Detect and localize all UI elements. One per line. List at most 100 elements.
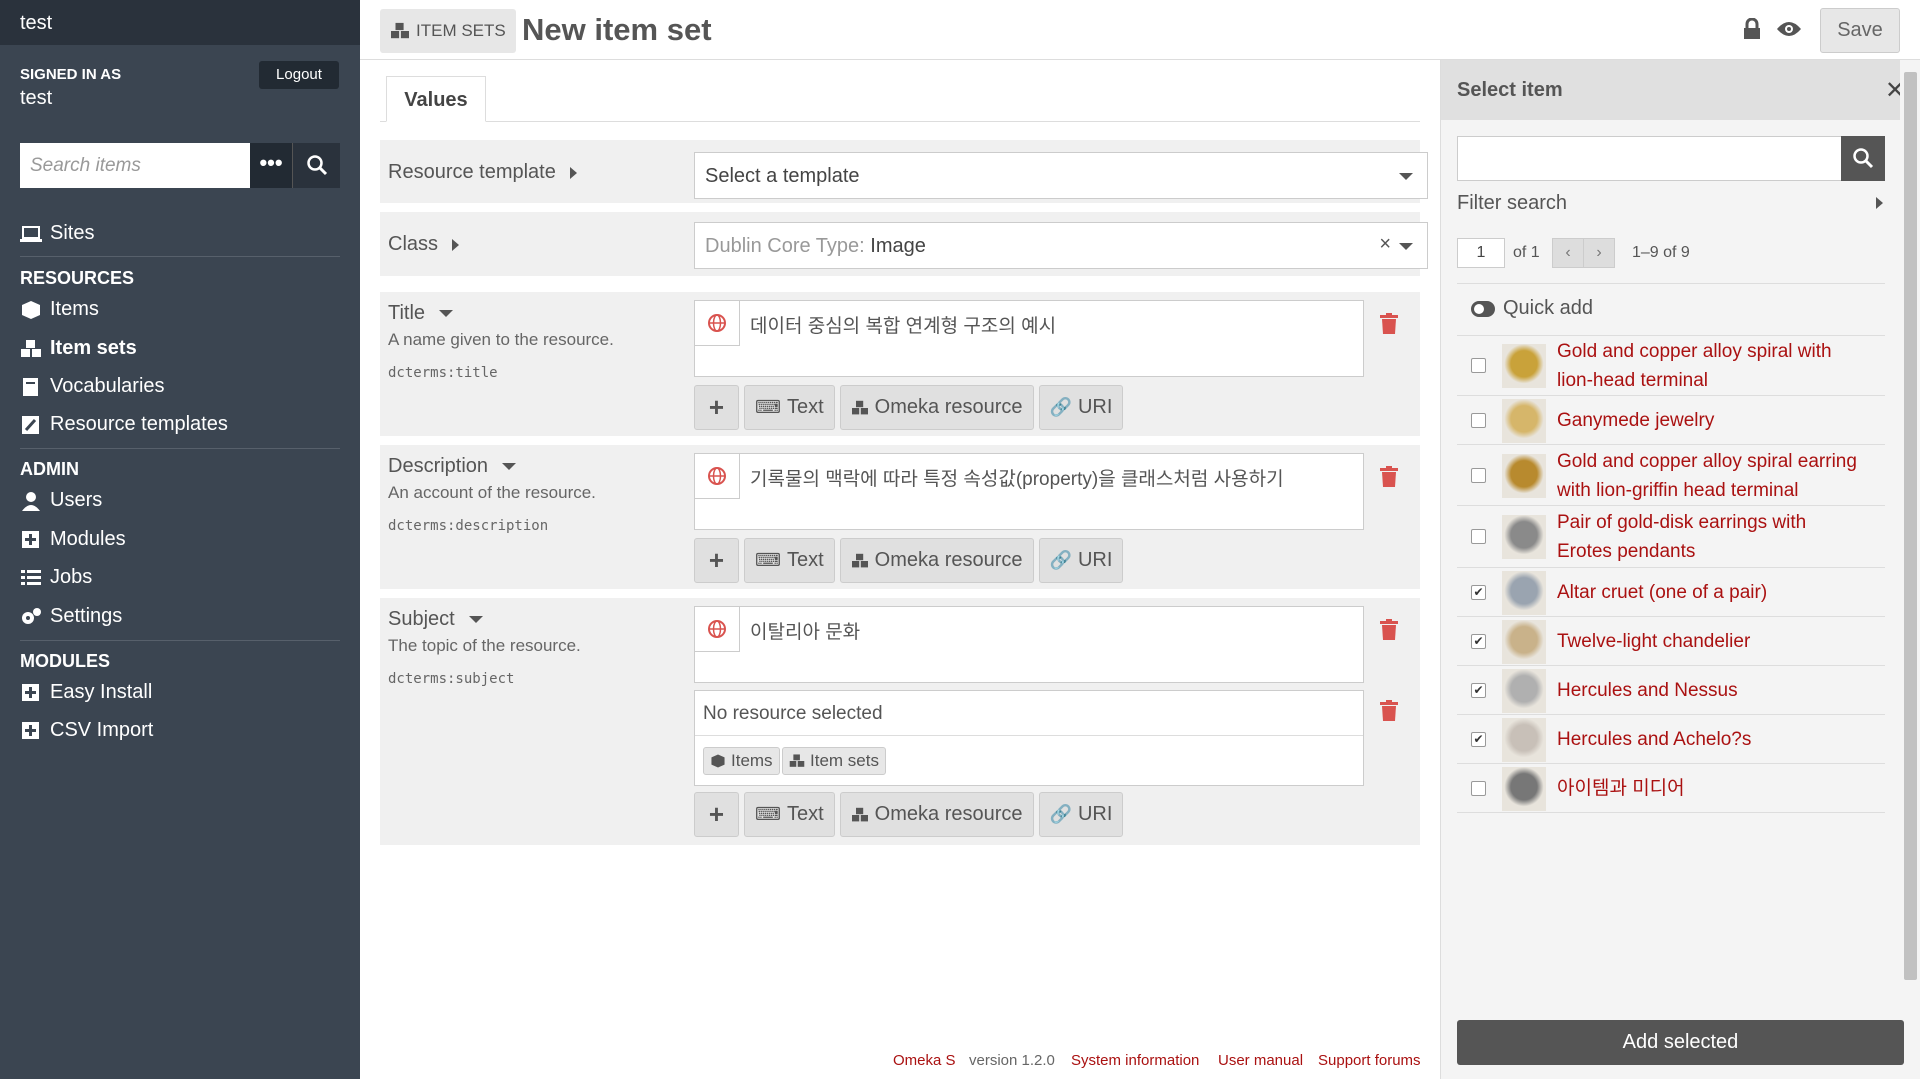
item-thumbnail[interactable] [1502, 717, 1546, 762]
description-value-textarea[interactable]: 기록물의 맥락에 따라 특정 속성값(property)을 클래스처럼 사용하기 [694, 453, 1364, 530]
class-label[interactable]: Class [388, 233, 460, 256]
language-button[interactable] [695, 454, 740, 499]
trash-icon[interactable] [1380, 466, 1398, 488]
add-omeka-resource-button[interactable]: Omeka resource [839, 792, 1034, 837]
sidebar-item-modules[interactable]: Modules [20, 528, 126, 551]
class-select[interactable]: Dublin Core Type: Image × [694, 222, 1428, 269]
next-page-button[interactable]: › [1583, 238, 1615, 268]
language-button[interactable] [695, 607, 740, 652]
trash-icon[interactable] [1380, 700, 1398, 722]
resource-template-select[interactable]: Select a template [694, 152, 1428, 199]
item-checkbox[interactable] [1471, 412, 1486, 428]
item-title-link[interactable]: Hercules and Achelo?s [1557, 725, 1751, 754]
lock-icon[interactable] [1742, 18, 1762, 40]
item-thumbnail[interactable] [1502, 515, 1546, 559]
item-thumbnail[interactable] [1502, 453, 1546, 498]
sidebar-item-csv-import[interactable]: CSV Import [20, 719, 153, 742]
footer-system-info-link[interactable]: System information [1071, 1052, 1199, 1069]
item-thumbnail[interactable] [1502, 668, 1546, 713]
add-uri-button[interactable]: 🔗 URI [1038, 792, 1124, 837]
sidebar-item-item-sets[interactable]: Item sets [20, 337, 137, 360]
panel-search-input[interactable] [1457, 136, 1843, 181]
add-uri-button[interactable]: 🔗 URI [1038, 385, 1124, 430]
item-thumbnail[interactable] [1502, 344, 1546, 388]
item-thumbnail[interactable] [1502, 619, 1546, 664]
scrollbar-thumb[interactable] [1904, 72, 1917, 980]
list-item[interactable]: Gold and copper alloy spiral earring with… [1457, 445, 1885, 506]
add-text-button[interactable]: ⌨ Text [744, 792, 835, 837]
sidebar-item-sites[interactable]: Sites [20, 222, 94, 245]
item-title-link[interactable]: Gold and copper alloy spiral with lion-he… [1557, 337, 1832, 395]
sidebar-item-users[interactable]: Users [20, 489, 102, 512]
item-title-link[interactable]: Ganymede jewelry [1557, 406, 1714, 435]
add-text-button[interactable]: ⌨ Text [744, 538, 835, 583]
item-checkbox[interactable] [1471, 358, 1486, 373]
add-omeka-resource-button[interactable]: Omeka resource [839, 385, 1034, 430]
logout-button[interactable]: Logout [259, 61, 339, 89]
eye-icon[interactable] [1776, 20, 1802, 38]
item-title-link[interactable]: Pair of gold-disk earrings with Erotes pe… [1557, 508, 1806, 566]
footer-omeka-link[interactable]: Omeka S [893, 1052, 956, 1069]
item-title-link[interactable]: Twelve-light chandelier [1557, 627, 1750, 656]
site-name[interactable]: test [0, 0, 360, 45]
panel-search-button[interactable] [1841, 136, 1885, 181]
search-button[interactable] [292, 143, 340, 188]
trash-icon[interactable] [1380, 313, 1398, 335]
footer-manual-link[interactable]: User manual [1218, 1052, 1303, 1069]
list-item[interactable]: Gold and copper alloy spiral with lion-he… [1457, 336, 1885, 396]
filter-search-toggle[interactable]: Filter search [1457, 192, 1567, 215]
sidebar-item-jobs[interactable]: Jobs [20, 566, 92, 589]
item-title-link[interactable]: Hercules and Nessus [1557, 676, 1738, 705]
sidebar-item-vocabularies[interactable]: Vocabularies [20, 375, 165, 398]
save-button[interactable]: Save [1820, 8, 1900, 53]
list-item[interactable]: ✔ Hercules and Nessus [1457, 666, 1885, 715]
add-value-button[interactable]: + [694, 792, 739, 837]
item-checkbox[interactable]: ✔ [1471, 633, 1486, 649]
select-items-button[interactable]: Items [703, 747, 780, 775]
list-item[interactable]: Ganymede jewelry [1457, 396, 1885, 445]
page-input[interactable]: 1 [1457, 238, 1505, 268]
item-title-link[interactable]: 아이템과 미디어 [1557, 774, 1685, 803]
item-thumbnail[interactable] [1502, 398, 1546, 443]
advanced-search-button[interactable]: ••• [250, 143, 292, 188]
add-value-button[interactable]: + [694, 385, 739, 430]
title-value-textarea[interactable]: 데이터 중심의 복합 연계형 구조의 예시 [694, 300, 1364, 377]
item-thumbnail[interactable] [1502, 766, 1546, 811]
resource-template-label[interactable]: Resource template [388, 161, 577, 184]
add-omeka-resource-button[interactable]: Omeka resource [839, 538, 1034, 583]
item-checkbox[interactable] [1471, 467, 1486, 483]
item-checkbox[interactable]: ✔ [1471, 682, 1486, 698]
subject-value-textarea[interactable]: 이탈리아 문화 [694, 606, 1364, 683]
search-input[interactable]: Search items [20, 143, 250, 188]
item-checkbox[interactable] [1471, 780, 1486, 796]
select-item-sets-button[interactable]: Item sets [782, 747, 886, 775]
tab-values[interactable]: Values [386, 76, 486, 122]
prev-page-button[interactable]: ‹ [1552, 238, 1584, 268]
list-item[interactable]: ✔ Twelve-light chandelier [1457, 617, 1885, 666]
list-item[interactable]: ✔ Hercules and Achelo?s [1457, 715, 1885, 764]
item-checkbox[interactable]: ✔ [1471, 584, 1486, 600]
sidebar-item-resource-templates[interactable]: Resource templates [20, 413, 228, 436]
language-button[interactable] [695, 301, 740, 346]
item-checkbox[interactable] [1471, 529, 1486, 544]
sidebar-item-settings[interactable]: Settings [20, 605, 122, 628]
add-selected-button[interactable]: Add selected [1457, 1020, 1904, 1065]
list-item[interactable]: ✔ Altar cruet (one of a pair) [1457, 568, 1885, 617]
breadcrumb[interactable]: ITEM SETS [380, 9, 516, 53]
trash-icon[interactable] [1380, 619, 1398, 641]
quick-add-toggle[interactable]: Quick add [1471, 297, 1593, 320]
item-title-link[interactable]: Gold and copper alloy spiral earring with… [1557, 447, 1857, 505]
list-item[interactable]: 아이템과 미디어 [1457, 764, 1885, 813]
list-item[interactable]: Pair of gold-disk earrings with Erotes pe… [1457, 506, 1885, 568]
item-thumbnail[interactable] [1502, 570, 1546, 615]
subject-label[interactable]: Subject [388, 608, 483, 631]
item-title-link[interactable]: Altar cruet (one of a pair) [1557, 578, 1767, 607]
add-value-button[interactable]: + [694, 538, 739, 583]
item-checkbox[interactable]: ✔ [1471, 731, 1486, 747]
add-uri-button[interactable]: 🔗 URI [1038, 538, 1124, 583]
clear-icon[interactable]: × [1379, 233, 1391, 256]
sidebar-item-items[interactable]: Items [20, 298, 99, 321]
scrollbar[interactable] [1900, 60, 1920, 1000]
add-text-button[interactable]: ⌨ Text [744, 385, 835, 430]
sidebar-item-easy-install[interactable]: Easy Install [20, 681, 152, 704]
